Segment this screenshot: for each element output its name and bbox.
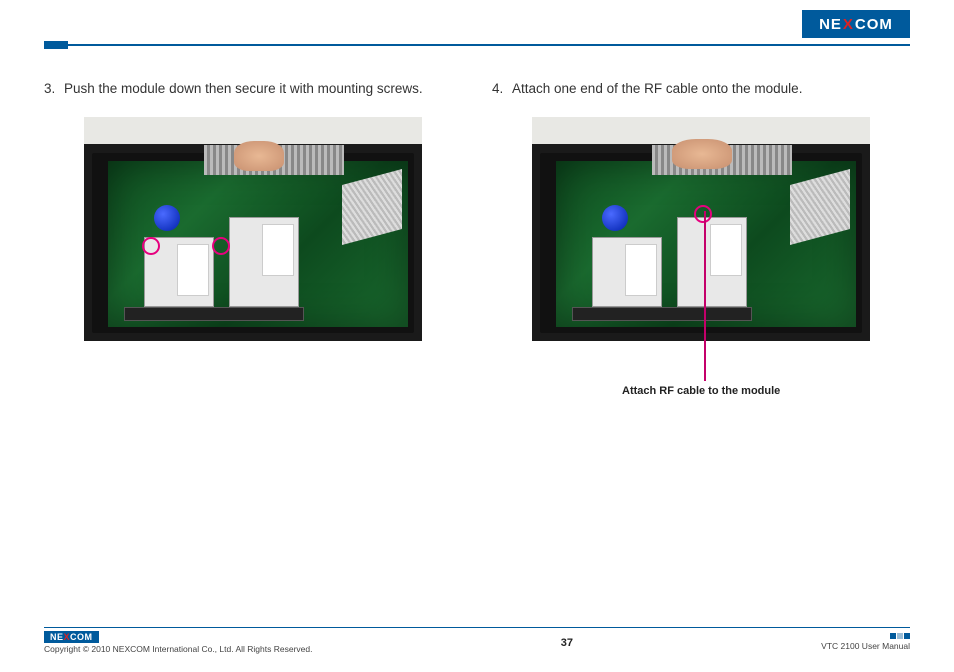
footer-brand-left: NE (50, 632, 64, 642)
brand-text-right: COM (855, 16, 893, 33)
annotation-circle-2 (212, 237, 230, 255)
photo-hand (672, 139, 732, 169)
annotation-circle-1 (694, 205, 712, 223)
footer-rule (44, 627, 910, 628)
footer-right: VTC 2100 User Manual (821, 631, 910, 651)
page-number: 37 (561, 637, 573, 649)
photo-module-b (229, 217, 299, 307)
right-column: 4. Attach one end of the RF cable onto t… (492, 80, 910, 341)
step-4-number: 4. (492, 80, 512, 99)
photo-capacitor (154, 205, 180, 231)
footer-squares-icon (890, 633, 910, 639)
callout-text: Attach RF cable to the module (622, 385, 780, 397)
step-3-photo (84, 117, 422, 341)
photo-hand (234, 141, 284, 171)
footer-row: NEXCOM Copyright © 2010 NEXCOM Internati… (44, 631, 910, 654)
step-3: 3. Push the module down then secure it w… (44, 80, 462, 99)
page-header: NEXCOM (0, 0, 954, 50)
annotation-circle-1 (142, 237, 160, 255)
footer-left: NEXCOM Copyright © 2010 NEXCOM Internati… (44, 631, 312, 654)
page-footer: NEXCOM Copyright © 2010 NEXCOM Internati… (44, 627, 910, 654)
document-title: VTC 2100 User Manual (821, 641, 910, 651)
footer-brand-right: COM (70, 632, 93, 642)
photo-capacitor (602, 205, 628, 231)
photo-module-a (592, 237, 662, 307)
step-4-photo (532, 117, 870, 341)
step-3-number: 3. (44, 80, 64, 99)
left-column: 3. Push the module down then secure it w… (44, 80, 462, 341)
content-area: 3. Push the module down then secure it w… (44, 80, 910, 341)
copyright-text: Copyright © 2010 NEXCOM International Co… (44, 644, 312, 654)
step-3-text: Push the module down then secure it with… (64, 80, 423, 99)
brand-text-x: X (842, 16, 855, 33)
callout-leader-line (704, 211, 706, 381)
footer-brand-logo: NEXCOM (44, 631, 99, 643)
header-rule (44, 44, 910, 46)
photo-connector (124, 307, 304, 321)
photo-connector (572, 307, 752, 321)
photo-module-b (677, 217, 747, 307)
step-4: 4. Attach one end of the RF cable onto t… (492, 80, 910, 99)
step-4-text: Attach one end of the RF cable onto the … (512, 80, 802, 99)
brand-logo: NEXCOM (802, 10, 910, 38)
brand-text-left: NE (819, 16, 842, 33)
